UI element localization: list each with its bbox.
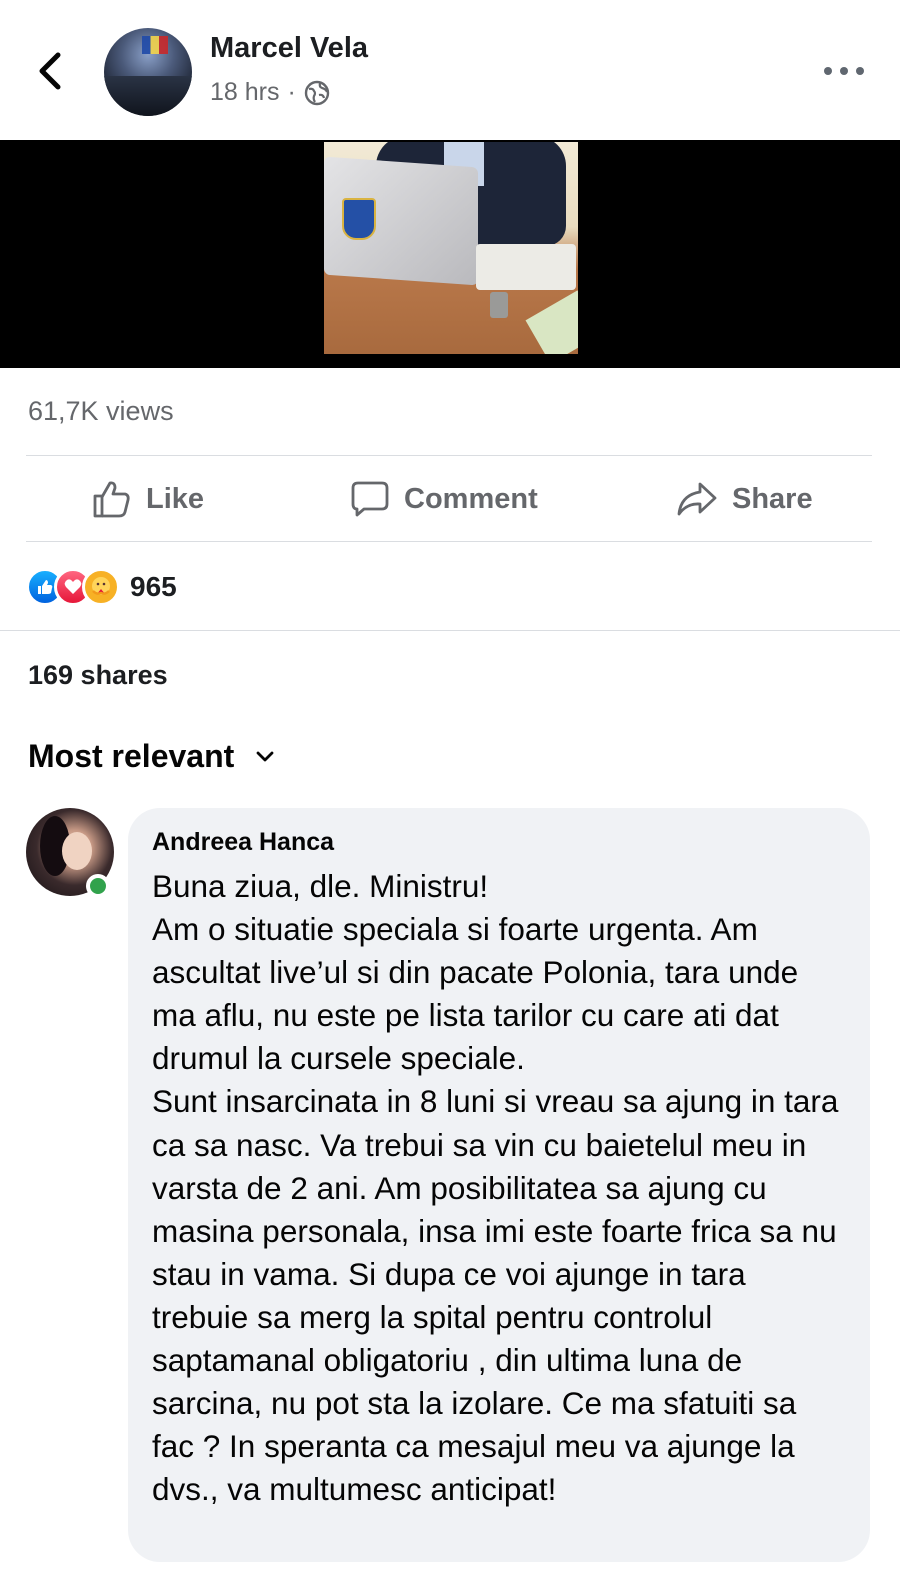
action-bar: Like Comment Share [0,456,900,542]
chevron-down-icon [256,751,274,761]
online-status-indicator [86,874,110,898]
sort-label: Most relevant [28,738,235,774]
like-label: Like [146,482,205,515]
reactions-summary[interactable]: 965 [26,568,177,606]
divider [0,630,900,631]
video-thumbnail[interactable] [324,142,578,354]
commenter-name[interactable]: Andreea Hanca [152,828,846,857]
reaction-count: 965 [130,571,177,602]
comment-button[interactable]: Comment [350,456,538,542]
post-time[interactable]: 18 hrs [210,78,279,107]
comment-text: Buna ziua, dle. Ministru! Am o situatie … [152,868,839,1508]
share-icon [677,482,717,516]
share-label: Share [732,482,813,515]
comment-bubble[interactable]: Andreea Hanca Buna ziua, dle. Ministru! … [128,808,870,1562]
meta-separator: · [287,78,296,106]
author-avatar[interactable] [104,28,192,116]
care-reaction-icon [82,568,120,606]
post-meta: 18 hrs · [210,78,330,107]
share-button[interactable]: Share [676,456,813,542]
globe-icon [304,80,330,105]
post-header: Marcel Vela 18 hrs · [0,0,900,140]
comments-sort-dropdown[interactable]: Most relevant [28,738,274,775]
view-count[interactable]: 61,7K views [28,396,174,427]
emblem-image [342,198,376,240]
divider [26,541,872,542]
like-button[interactable]: Like [92,456,204,542]
more-options-button[interactable] [824,58,864,84]
author-name[interactable]: Marcel Vela [210,32,368,65]
comment-icon [351,481,389,517]
more-dots-icon [824,67,832,75]
comment-label: Comment [404,482,538,515]
share-count[interactable]: 169 shares [28,660,168,691]
chevron-left-icon [39,52,61,90]
like-icon [93,481,130,518]
back-button[interactable] [30,45,70,97]
flag-image [142,36,168,54]
